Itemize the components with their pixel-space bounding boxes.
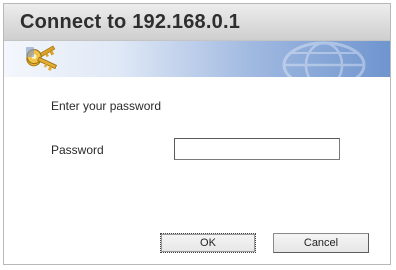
title-bar[interactable]: Connect to 192.168.0.1 — [4, 4, 390, 41]
ok-button[interactable]: OK — [160, 233, 256, 253]
login-dialog: Connect to 192.168.0.1 Enter your passwo… — [3, 3, 391, 265]
password-input[interactable] — [174, 138, 340, 160]
dialog-title: Connect to 192.168.0.1 — [20, 11, 241, 33]
password-label: Password — [51, 143, 104, 157]
globe-watermark — [282, 41, 366, 77]
keys-icon — [26, 45, 58, 71]
dialog-banner — [4, 41, 390, 77]
cancel-button[interactable]: Cancel — [273, 233, 369, 253]
password-prompt: Enter your password — [51, 99, 162, 113]
